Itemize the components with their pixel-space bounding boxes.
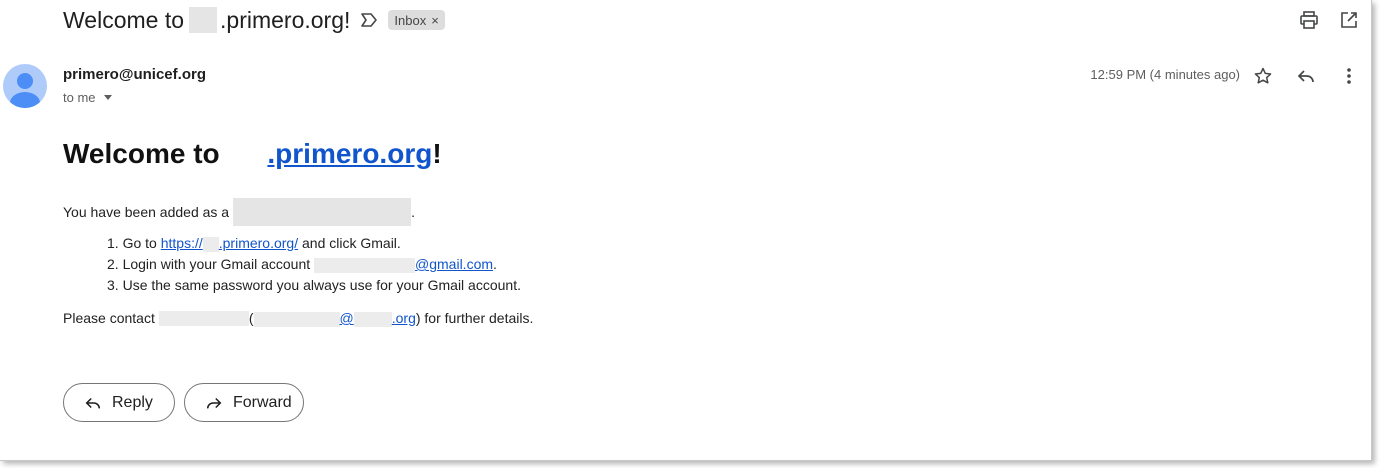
step-text: Use the same password you always use for… [122, 277, 521, 293]
remove-label-icon[interactable]: × [431, 13, 439, 28]
step-text: Go to [122, 235, 161, 251]
step-number: 2. [107, 256, 119, 272]
step-number: 1. [107, 235, 119, 251]
redacted-block [353, 311, 392, 327]
link-text: @ [339, 310, 354, 326]
link-text: .org [391, 310, 416, 326]
contact-email-link[interactable]: @ .org [253, 310, 416, 327]
step-text: and click Gmail. [298, 235, 401, 251]
subject-row: Welcome to .primero.org! Inbox × [63, 4, 445, 36]
message-timestamp: 12:59 PM (4 minutes ago) [1090, 67, 1240, 82]
step-text: Login with your Gmail account [122, 256, 315, 272]
forward-icon [206, 397, 222, 409]
inbox-label: Inbox [394, 12, 427, 28]
reply-label: Reply [112, 393, 153, 411]
reply-icon[interactable] [1296, 66, 1316, 86]
heading-link-text: .primero.org [267, 138, 433, 169]
email-heading: Welcome to .primero.org! [63, 138, 442, 170]
forward-label: Forward [233, 393, 292, 411]
step-number: 3. [107, 277, 119, 293]
redacted-block [253, 311, 340, 327]
sender-avatar[interactable] [3, 64, 47, 108]
step-text: . [493, 256, 497, 272]
redacted-block [202, 236, 219, 252]
star-icon[interactable] [1253, 66, 1273, 86]
list-item: 1. Go to https:// .primero.org/ and click… [107, 233, 521, 254]
list-item: 2. Login with your Gmail account @gmail.… [107, 254, 521, 275]
link-text: .primero.org/ [218, 235, 299, 251]
subject-prefix: Welcome to [63, 6, 185, 33]
added-end-text: . [411, 204, 415, 220]
list-item: 3. Use the same password you always use … [107, 275, 521, 296]
heading-end: ! [432, 138, 442, 169]
reply-icon [85, 397, 101, 409]
inbox-label-chip: Inbox × [388, 10, 445, 30]
redacted-block [314, 257, 416, 273]
added-as-text: You have been added as a [63, 204, 230, 220]
link-text: https:// [160, 235, 203, 251]
link-text: @gmail.com [415, 256, 494, 272]
more-vertical-icon[interactable] [1339, 66, 1359, 86]
subject-suffix: .primero.org! [220, 6, 351, 33]
site-url-link[interactable]: https:// .primero.org/ [160, 235, 299, 252]
role-notice: You have been added as a . [63, 198, 415, 226]
heading-prefix: Welcome to [63, 138, 228, 169]
contact-text: ) for further details. [415, 310, 534, 327]
redacted-block [158, 310, 249, 326]
recipient-details[interactable]: to me [63, 90, 112, 105]
sender-email[interactable]: primero@unicef.org [63, 66, 206, 83]
redacted-block [233, 198, 412, 226]
print-icon[interactable] [1299, 10, 1319, 30]
chevron-down-icon[interactable] [103, 95, 112, 100]
redacted-block [189, 7, 218, 33]
label-important-icon[interactable] [360, 11, 378, 29]
email-view: Welcome to .primero.org! Inbox × primero… [0, 0, 1372, 461]
thread-actions [1299, 10, 1359, 30]
forward-button[interactable]: Forward [184, 383, 304, 422]
reply-button[interactable]: Reply [63, 383, 175, 422]
instruction-list: 1. Go to https:// .primero.org/ and click… [107, 233, 521, 296]
recipient-label: to me [63, 90, 96, 105]
message-actions [1253, 66, 1359, 86]
contact-line: Please contact (@ .org) for further detai… [63, 310, 533, 327]
gmail-account-link[interactable]: @gmail.com [314, 256, 494, 273]
open-in-new-window-icon[interactable] [1339, 10, 1359, 30]
avatar-body [10, 92, 40, 108]
email-subject: Welcome to .primero.org! [63, 7, 350, 34]
heading-site-link[interactable]: .primero.org [227, 138, 432, 169]
contact-text: Please contact [63, 310, 155, 327]
avatar-head [17, 73, 33, 89]
